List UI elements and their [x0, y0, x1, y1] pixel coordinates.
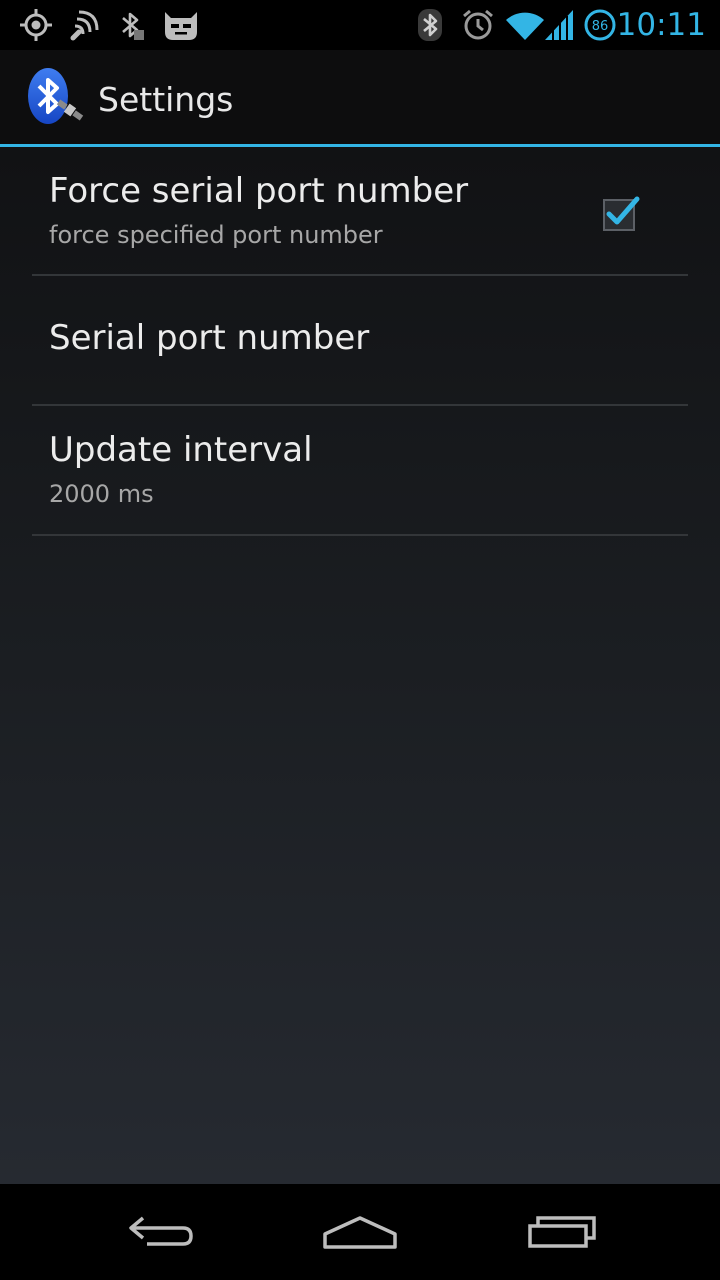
recent-apps-icon [528, 1216, 596, 1248]
divider [32, 534, 688, 536]
pref-serial-port-number[interactable]: Serial port number [32, 276, 688, 406]
action-bar: Settings [0, 50, 720, 147]
home-button[interactable] [290, 1184, 430, 1280]
home-icon [323, 1216, 397, 1249]
pref-update-interval[interactable]: Update interval 2000 ms [32, 406, 688, 536]
pref-title: Update interval [49, 430, 313, 470]
status-bar: 86 10:11 [0, 0, 720, 50]
alarm-clock-icon [460, 0, 496, 50]
recent-apps-button[interactable] [492, 1184, 632, 1280]
back-icon [129, 1216, 193, 1246]
battery-icon: 86 [583, 0, 617, 50]
back-button[interactable] [90, 1184, 230, 1280]
pref-title: Serial port number [49, 318, 370, 358]
pref-title: Force serial port number [49, 171, 469, 211]
battery-level: 86 [592, 19, 609, 34]
pref-summary: 2000 ms [49, 480, 154, 508]
preferences-list: Force serial port number force specified… [0, 147, 720, 1184]
navigation-bar [0, 1184, 720, 1280]
wifi-icon [504, 0, 546, 50]
cell-signal-icon [542, 0, 576, 50]
pref-force-serial-port[interactable]: Force serial port number force specified… [32, 147, 688, 276]
force-port-checkbox[interactable] [603, 195, 640, 231]
signal-waves-icon [66, 0, 102, 50]
status-clock: 10:11 [616, 7, 706, 43]
bluetooth-disabled-icon [113, 0, 149, 50]
cyanogen-mascot-icon [160, 0, 202, 50]
bluetooth-icon [414, 0, 446, 50]
page-title: Settings [98, 80, 234, 119]
bluetooth-gps-app-icon[interactable] [24, 66, 88, 130]
pref-summary: force specified port number [49, 221, 383, 249]
gps-icon [18, 0, 54, 50]
